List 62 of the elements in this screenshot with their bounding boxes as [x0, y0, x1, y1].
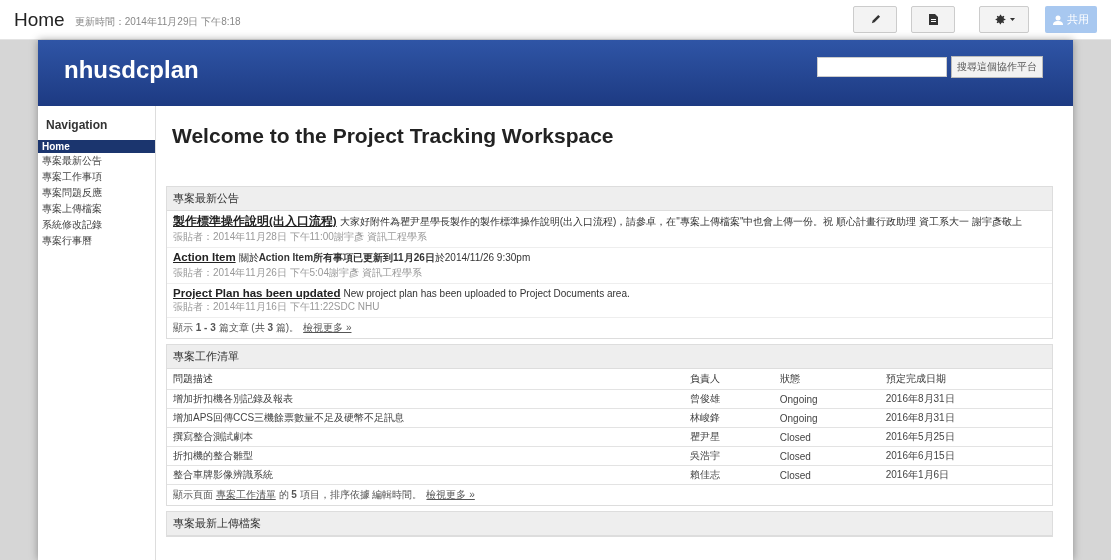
- nav-item[interactable]: Home: [38, 140, 155, 153]
- table-cell: 賴佳志: [684, 465, 774, 485]
- table-cell: 整合車牌影像辨識系統: [167, 465, 685, 485]
- view-more-link[interactable]: 檢視更多 »: [303, 321, 352, 335]
- nav-item[interactable]: 系統修改記錄: [38, 217, 155, 233]
- caret-icon: [1009, 18, 1015, 21]
- table-cell: 瞿尹星: [684, 427, 774, 447]
- column-header: 狀態: [773, 369, 880, 390]
- table-cell: 2016年8月31日: [879, 389, 1052, 409]
- table-cell: Closed: [773, 465, 880, 485]
- post-count: 顯示 1 - 3 篇文章 (共 3 篇)。: [173, 321, 300, 335]
- table-cell: Ongoing: [773, 408, 880, 428]
- nav-item[interactable]: 專案最新公告: [38, 153, 155, 169]
- nav-item[interactable]: 專案行事曆: [38, 233, 155, 249]
- navigation-heading: Navigation: [45, 118, 109, 134]
- table-cell: 增加APS回傳CCS三機餘票數量不足及硬幣不足訊息: [167, 408, 685, 428]
- table-cell: 吳浩宇: [684, 446, 774, 466]
- post-title-link[interactable]: Project Plan has been updated: [173, 287, 341, 299]
- table-cell: 曾俊雄: [684, 389, 774, 409]
- page-title: Home: [14, 8, 65, 31]
- person-icon: [1053, 14, 1063, 25]
- column-header: 負責人: [684, 369, 774, 390]
- table-cell: 2016年8月31日: [879, 408, 1052, 428]
- post-body: New project plan has been uploaded to Project Documents area.: [343, 288, 630, 299]
- post-body: 大家好附件為瞿尹星學長製作的製作標準操作說明(出入口流程)，請參卓，在"專案上傳檔案"中也會上傳一份。祝 順心計畫行政助理 資工系大一 謝宇彥敬上: [339, 216, 1022, 227]
- table-cell: 林峻鋒: [684, 408, 774, 428]
- view-more-link[interactable]: 檢視更多 »: [426, 488, 475, 502]
- section-heading: 專案最新公告: [167, 187, 1052, 211]
- table-cell: 增加折扣機各別記錄及報表: [167, 389, 685, 409]
- new-page-button[interactable]: [911, 6, 955, 33]
- search-field[interactable]: [817, 57, 947, 77]
- post-title-link[interactable]: 製作標準操作說明(出入口流程): [173, 215, 337, 227]
- table-cell: Ongoing: [773, 389, 880, 409]
- settings-icon: [993, 13, 1007, 26]
- site-title: nhusdcplan: [64, 56, 199, 84]
- search-button[interactable]: 搜尋這個協作平台: [951, 56, 1043, 78]
- table-cell: 2016年6月15日: [879, 446, 1052, 466]
- post-title-link[interactable]: Action Item: [173, 251, 236, 263]
- table-cell: Closed: [773, 446, 880, 466]
- post-meta: 張貼者：2014年11月16日 下午11:22SDC NHU: [173, 300, 381, 314]
- nav-item[interactable]: 專案問題反應: [38, 185, 155, 201]
- section-heading: 專案最新上傳檔案: [167, 512, 1052, 536]
- table-cell: 2016年5月25日: [879, 427, 1052, 447]
- nav-item[interactable]: 專案工作事項: [38, 169, 155, 185]
- list-link[interactable]: 專案工作清單: [215, 489, 276, 500]
- welcome-heading: Welcome to the Project Tracking Workspace: [172, 124, 615, 149]
- updated-time: 更新時間：2014年11月29日 下午8:18: [74, 14, 241, 29]
- nav-item[interactable]: 專案上傳檔案: [38, 201, 155, 217]
- section-heading: 專案工作清單: [167, 345, 1052, 369]
- table-cell: 折扣機的整合雛型: [167, 446, 685, 466]
- list-summary: 顯示頁面 專案工作清單 的 5 項目，排序依據 編輯時間。: [173, 488, 423, 502]
- table-cell: 2016年1月6日: [879, 465, 1052, 485]
- table-cell: 撰寫整合測試劇本: [167, 427, 685, 447]
- settings-button[interactable]: [979, 6, 1029, 33]
- table-cell: Closed: [773, 427, 880, 447]
- document-icon: [928, 14, 938, 25]
- column-header: 預定完成日期: [879, 369, 1052, 390]
- post-body: 關於Action Item所有事項已更新到11月26日於2014/11/26 9:30pm: [238, 252, 531, 263]
- pencil-icon: [869, 14, 881, 25]
- column-header: 問題描述: [167, 369, 685, 390]
- post-meta: 張貼者：2014年11月28日 下午11:00謝宇彥 資訊工程學系: [173, 230, 428, 244]
- post-meta: 張貼者：2014年11月26日 下午5:04謝宇彥 資訊工程學系: [173, 266, 423, 280]
